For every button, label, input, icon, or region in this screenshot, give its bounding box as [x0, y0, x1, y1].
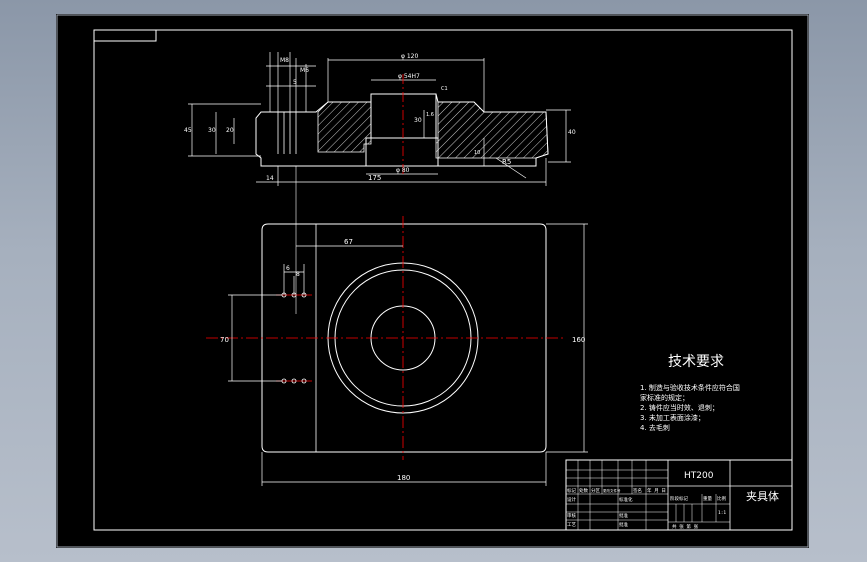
dim-height-step: 20	[226, 127, 234, 134]
tech-item-5: 4. 去毛刺	[640, 423, 670, 432]
dim-hole-b: 8	[296, 271, 300, 278]
tb-count: 处数	[579, 487, 588, 494]
dim-chamfer: 1.6	[426, 112, 434, 118]
tb-signature: 签名	[633, 487, 642, 494]
dim-height-right: 40	[568, 129, 576, 136]
tech-item-1: 1. 制造与验收技术条件应符合国	[640, 383, 740, 392]
cad-drawing: φ 120 φ 54H7 φ 80 175 14 45 30 20 40 30 …	[56, 14, 809, 548]
dim-top-bore: φ 120	[401, 53, 419, 60]
dim-small-v1: 5	[293, 79, 297, 86]
dim-small-v2: M8	[280, 57, 289, 64]
tech-item-2: 家标准的规定；	[640, 393, 689, 402]
dim-offset-top: 67	[344, 238, 353, 246]
tech-title: 技术要求	[668, 354, 724, 370]
tech-requirements: 技术要求 1. 制造与验收技术条件应符合国 家标准的规定； 2. 铸件应当时效、…	[640, 354, 740, 432]
tb-scale: 比例	[717, 495, 726, 502]
tb-mark: 标记	[567, 487, 576, 494]
cad-viewport[interactable]: φ 120 φ 54H7 φ 80 175 14 45 30 20 40 30 …	[56, 14, 809, 548]
tb-review: 审核	[567, 512, 576, 519]
hatch-left	[317, 101, 372, 153]
tb-approve-2: 批准	[619, 521, 628, 528]
counterbore	[365, 137, 439, 167]
dim-height-bore: 30	[414, 117, 422, 124]
dim-hole-a: 6	[286, 265, 290, 272]
dim-height-inner: 30	[208, 127, 216, 134]
dim-groove: R5	[502, 158, 511, 166]
tb-stage-mark: 阶段标记	[670, 495, 688, 502]
plate-outline	[261, 223, 547, 453]
material-label: HT200	[684, 471, 714, 481]
plan-view[interactable]	[206, 216, 588, 486]
tb-weight: 重量	[703, 495, 712, 502]
dim-hole-spacing: 70	[220, 336, 229, 344]
tb-scale-value: 1:1	[718, 510, 726, 516]
tb-standardize: 标准化	[619, 496, 633, 503]
dim-chamfer2: C1	[441, 86, 448, 92]
part-name-label: 夹具体	[746, 489, 779, 503]
tb-change-doc: 更改文件号	[603, 488, 621, 493]
code-box	[93, 29, 157, 42]
tb-date: 年 月 日	[647, 487, 666, 494]
dim-left-offset: 14	[266, 175, 274, 182]
dim-small-v3: M6	[300, 67, 309, 74]
dim-height-left: 45	[184, 127, 192, 134]
dim-bottom-bore: φ 80	[396, 167, 410, 174]
tech-item-4: 3. 未加工表面涂漆；	[640, 413, 705, 422]
tb-design: 设计	[567, 496, 576, 503]
tech-item-3: 2. 铸件应当时效、退刺；	[640, 403, 719, 412]
hatch-right	[435, 101, 549, 159]
tb-sheet: 共 张 第 张	[672, 523, 699, 530]
dim-overall-width: 180	[397, 474, 410, 482]
tb-approve: 批准	[619, 512, 628, 519]
dim-overall-height: 160	[572, 336, 585, 344]
dim-total-width: 175	[368, 174, 381, 182]
tb-process: 工艺	[567, 522, 576, 528]
dim-inner-bore: φ 54H7	[398, 73, 420, 80]
tb-zone: 分区	[591, 487, 600, 494]
dim-depth: 10	[474, 150, 480, 156]
outer-frame	[56, 14, 809, 548]
